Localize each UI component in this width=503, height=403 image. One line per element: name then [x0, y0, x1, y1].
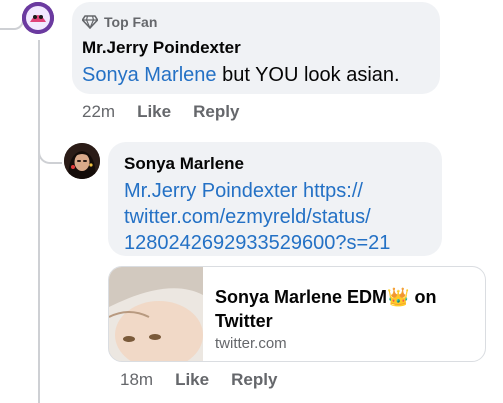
avatar[interactable] [22, 2, 54, 34]
comment-body: but YOU look asian. [216, 64, 400, 86]
thread-connector-top [0, 14, 24, 30]
reply-text: Mr.Jerry Poindexter https:// twitter.com… [124, 178, 390, 256]
badge-label: Top Fan [104, 14, 158, 30]
link-preview-title: Sonya Marlene EDM👑 on Twitter [215, 285, 475, 333]
avatar-image [64, 143, 100, 179]
like-button[interactable]: Like [137, 102, 171, 122]
status-link-part3[interactable]: 1280242692933529600?s=21 [124, 230, 390, 256]
link-title-text: Sonya Marlene EDM [215, 287, 388, 307]
reply-branch-connector [38, 140, 62, 164]
diamond-icon [82, 15, 98, 29]
status-link-part2[interactable]: twitter.com/ezmyreld/status/ [124, 204, 390, 230]
top-fan-badge[interactable]: Top Fan [82, 14, 157, 30]
avatar[interactable] [64, 143, 100, 179]
avatar-image [22, 2, 54, 34]
mention-link[interactable]: Sonya Marlene [82, 64, 217, 86]
timestamp[interactable]: 18m [120, 370, 153, 390]
comment-actions: 22m Like Reply [82, 102, 239, 122]
reply-actions: 18m Like Reply [120, 370, 277, 390]
link-preview-thumbnail [109, 267, 203, 361]
profile-photo [109, 267, 203, 361]
comment-author[interactable]: Mr.Jerry Poindexter [82, 38, 241, 58]
thread-line [38, 40, 40, 403]
link-preview-card[interactable]: Sonya Marlene EDM👑 on Twitter twitter.co… [108, 266, 486, 362]
status-link-part1[interactable]: https:// [297, 180, 363, 202]
reply-button[interactable]: Reply [193, 102, 239, 122]
link-title-line2: Twitter [215, 311, 273, 331]
reply-author[interactable]: Sonya Marlene [124, 154, 244, 174]
mention-link[interactable]: Mr.Jerry Poindexter [124, 180, 297, 202]
crown-icon: 👑 [387, 287, 410, 307]
link-preview-domain: twitter.com [215, 335, 287, 352]
link-title-text-end: on [409, 287, 437, 307]
comment-text: Sonya Marlene but YOU look asian. [82, 62, 400, 88]
reply-button[interactable]: Reply [231, 370, 277, 390]
like-button[interactable]: Like [175, 370, 209, 390]
timestamp[interactable]: 22m [82, 102, 115, 122]
